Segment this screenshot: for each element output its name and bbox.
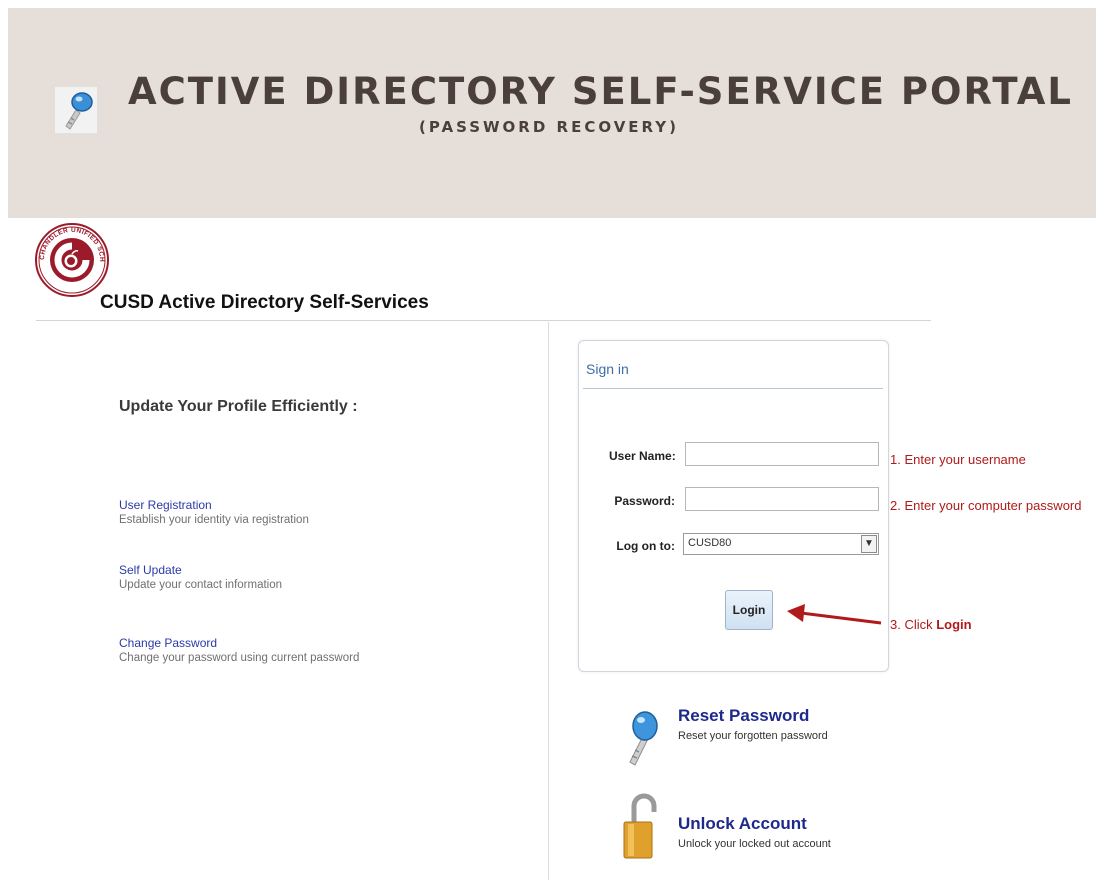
feature-self-update: Self Update Update your contact informat… bbox=[119, 563, 282, 591]
banner-subtitle: (PASSWORD RECOVERY) bbox=[419, 118, 679, 136]
district-seal-logo: CHANDLER UNIFIED SCHOOL DISTRICT bbox=[34, 222, 109, 297]
password-label: Password: bbox=[614, 494, 675, 508]
user-registration-description: Establish your identity via registration bbox=[119, 514, 309, 526]
self-update-description: Update your contact information bbox=[119, 579, 283, 591]
unlock-account-link[interactable]: Unlock Account bbox=[678, 814, 807, 834]
reset-password-link[interactable]: Reset Password bbox=[678, 706, 809, 726]
reset-password-description: Reset your forgotten password bbox=[678, 730, 828, 742]
signin-divider bbox=[583, 388, 883, 389]
banner-title: ACTIVE DIRECTORY SELF-SERVICE PORTAL bbox=[128, 70, 1073, 113]
unlock-account-description: Unlock your locked out account bbox=[678, 838, 831, 850]
key-icon bbox=[629, 711, 658, 766]
feature-change-password: Change Password Change your password usi… bbox=[119, 636, 359, 664]
portal-title: CUSD Active Directory Self-Services bbox=[100, 292, 429, 313]
red-arrow-icon bbox=[787, 604, 882, 625]
change-password-description: Change your password using current passw… bbox=[119, 652, 360, 664]
username-input[interactable] bbox=[685, 442, 879, 466]
logon-domain-select[interactable]: CUSD80 ▼ bbox=[683, 533, 879, 555]
password-input[interactable] bbox=[685, 487, 879, 511]
self-update-link[interactable]: Self Update bbox=[119, 563, 282, 577]
login-button[interactable]: Login bbox=[725, 590, 773, 630]
padlock-icon bbox=[623, 793, 657, 859]
annotation-step-2: 2. Enter your computer password bbox=[890, 498, 1082, 513]
key-icon bbox=[54, 86, 98, 134]
annotation-step-3: 3. Click Login bbox=[890, 617, 972, 632]
annotation-step-3-prefix: 3. Click bbox=[890, 617, 937, 632]
user-registration-link[interactable]: User Registration bbox=[119, 498, 309, 512]
header-banner bbox=[8, 8, 1096, 218]
feature-user-registration: User Registration Establish your identit… bbox=[119, 498, 309, 526]
username-label: User Name: bbox=[609, 449, 676, 463]
profile-heading: Update Your Profile Efficiently : bbox=[119, 398, 358, 415]
column-divider bbox=[548, 322, 549, 880]
header-divider bbox=[36, 320, 931, 321]
signin-title: Sign in bbox=[586, 361, 629, 377]
logon-domain-value: CUSD80 bbox=[688, 537, 732, 549]
annotation-step-1: 1. Enter your username bbox=[890, 452, 1026, 467]
chevron-down-icon[interactable]: ▼ bbox=[861, 535, 877, 553]
change-password-link[interactable]: Change Password bbox=[119, 636, 359, 650]
annotation-step-3-bold: Login bbox=[936, 617, 972, 632]
logon-label: Log on to: bbox=[616, 539, 675, 553]
